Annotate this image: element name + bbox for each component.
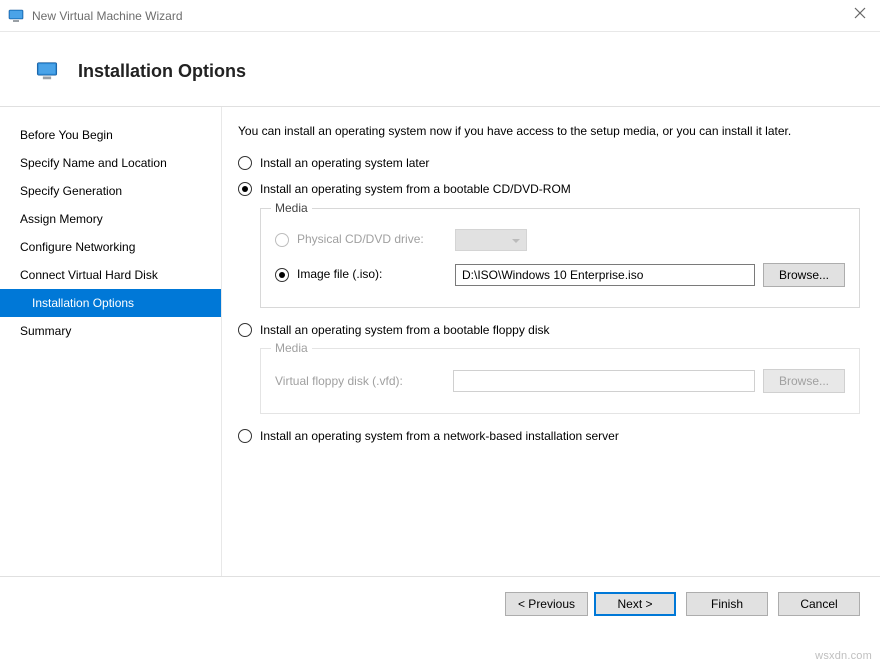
radio-iso-file[interactable] (275, 268, 289, 282)
floppy-media-groupbox: Media Virtual floppy disk (.vfd): Browse… (260, 348, 860, 414)
wizard-body: Before You Begin Specify Name and Locati… (0, 106, 880, 576)
radio-install-cd[interactable] (238, 182, 252, 196)
wizard-header: Installation Options (0, 32, 880, 106)
wizard-steps-sidebar: Before You Begin Specify Name and Locati… (0, 107, 222, 576)
option-install-floppy[interactable]: Install an operating system from a boota… (238, 322, 860, 338)
step-assign-memory[interactable]: Assign Memory (0, 205, 221, 233)
cd-media-groupbox: Media Physical CD/DVD drive: Image file … (260, 208, 860, 308)
step-specify-generation[interactable]: Specify Generation (0, 177, 221, 205)
radio-install-later[interactable] (238, 156, 252, 170)
radio-physical-drive (275, 233, 289, 247)
titlebar: New Virtual Machine Wizard (0, 0, 880, 32)
radio-install-network-label: Install an operating system from a netwo… (260, 428, 619, 444)
header-icon (36, 60, 58, 82)
window-title: New Virtual Machine Wizard (32, 9, 183, 23)
wizard-content: You can install an operating system now … (222, 107, 880, 576)
browse-vfd-button: Browse... (763, 369, 845, 393)
step-connect-virtual-hard-disk[interactable]: Connect Virtual Hard Disk (0, 261, 221, 289)
floppy-media-legend: Media (271, 340, 312, 356)
step-specify-name-location[interactable]: Specify Name and Location (0, 149, 221, 177)
vfd-row: Virtual floppy disk (.vfd): Browse... (275, 369, 845, 393)
radio-install-floppy-label: Install an operating system from a boota… (260, 322, 550, 338)
page-title: Installation Options (78, 61, 246, 82)
cancel-button[interactable]: Cancel (778, 592, 860, 616)
step-before-you-begin[interactable]: Before You Begin (0, 121, 221, 149)
browse-iso-button[interactable]: Browse... (763, 263, 845, 287)
vfd-label: Virtual floppy disk (.vfd): (275, 373, 445, 389)
option-install-network[interactable]: Install an operating system from a netwo… (238, 428, 860, 444)
iso-label: Image file (.iso): (297, 266, 447, 282)
radio-install-later-label: Install an operating system later (260, 155, 429, 171)
nav-button-group: < Previous Next > (505, 592, 676, 616)
step-configure-networking[interactable]: Configure Networking (0, 233, 221, 261)
watermark: wsxdn.com (815, 650, 872, 662)
wizard-footer: < Previous Next > Finish Cancel (0, 576, 880, 630)
option-install-later[interactable]: Install an operating system later (238, 155, 860, 171)
iso-row: Image file (.iso): Browse... (275, 263, 845, 287)
physical-drive-combo (455, 229, 527, 251)
app-icon (8, 8, 24, 24)
cd-media-legend: Media (271, 200, 312, 216)
physical-drive-row: Physical CD/DVD drive: (275, 229, 845, 251)
finish-button[interactable]: Finish (686, 592, 768, 616)
vfd-path-input (453, 370, 755, 392)
close-icon[interactable] (854, 6, 866, 22)
intro-text: You can install an operating system now … (238, 123, 860, 139)
step-summary[interactable]: Summary (0, 317, 221, 345)
previous-button[interactable]: < Previous (505, 592, 588, 616)
physical-drive-label: Physical CD/DVD drive: (297, 231, 447, 247)
step-installation-options[interactable]: Installation Options (0, 289, 221, 317)
radio-install-network[interactable] (238, 429, 252, 443)
radio-install-floppy[interactable] (238, 323, 252, 337)
next-button[interactable]: Next > (594, 592, 676, 616)
iso-path-input[interactable] (455, 264, 755, 286)
option-install-cd[interactable]: Install an operating system from a boota… (238, 181, 860, 197)
radio-install-cd-label: Install an operating system from a boota… (260, 181, 571, 197)
